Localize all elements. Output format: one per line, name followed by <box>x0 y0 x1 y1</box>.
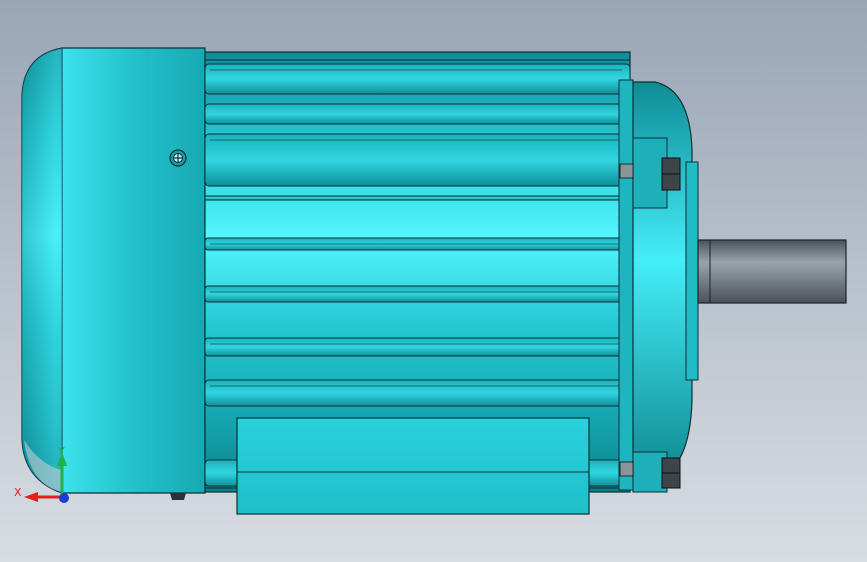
y-axis-label: Y <box>57 445 65 458</box>
x-axis-label: X <box>14 486 22 499</box>
end-shield[interactable] <box>618 79 699 493</box>
fan-cover[interactable] <box>21 47 206 500</box>
screw-icon <box>169 149 187 167</box>
terminal-box[interactable] <box>236 417 590 515</box>
motor-shaft[interactable] <box>697 239 847 304</box>
3d-viewport[interactable]: Y X <box>0 0 867 562</box>
